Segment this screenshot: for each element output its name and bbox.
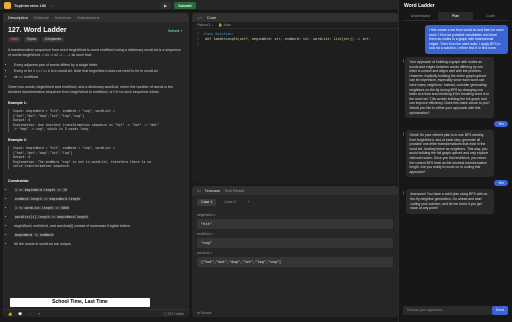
code-editor[interactable]: 1class Solution: 2 def ladderLength(self…: [192, 29, 398, 50]
field-label: endWord =: [197, 232, 393, 236]
tab-test-result[interactable]: Test Result: [224, 188, 244, 193]
top-bar: TopInterview 150 ‹ › ▶ Submit Premium: [0, 0, 398, 11]
code-line: 2 def ladderLength(self, beginWord: str,…: [197, 37, 393, 42]
prev-next-nav[interactable]: ‹ ›: [50, 3, 54, 8]
companies-tag[interactable]: Companies: [42, 37, 64, 42]
case-2-tab[interactable]: Case 2: [220, 199, 239, 206]
list-item: Every si for 1 <= i <= k is in wordList.…: [14, 69, 184, 74]
example-line: -> "dog" -> cog", which is 5 words long.: [13, 127, 184, 132]
assistant-avatar-icon: [403, 191, 404, 195]
wordlist-input[interactable]: ["hot","dot","dog","lot","log","cog"]: [197, 257, 393, 267]
star-icon[interactable]: ☆: [28, 312, 31, 316]
add-case-button[interactable]: +: [244, 199, 254, 206]
example-2: Input: beginWord = "hit", endWord = "cog…: [8, 146, 184, 169]
constraint-item: All the words in wordList are unique.: [14, 242, 184, 247]
code-line: 3: [197, 42, 393, 47]
assistant-message: Your approach of building a graph with n…: [405, 57, 494, 118]
user-message: I first create a set from wordList and t…: [425, 25, 508, 54]
constraint-item: 1 <= beginWord.length <= 10: [14, 188, 184, 193]
tab-solutions[interactable]: Solutions: [54, 15, 70, 20]
example-1-title: Example 1:: [8, 101, 184, 106]
source-link[interactable]: ⊕ Source: [192, 309, 398, 317]
tab-editorial[interactable]: Editorial: [34, 15, 48, 20]
tab-understand[interactable]: Understand: [403, 12, 438, 20]
user-message: Yes: [494, 121, 508, 127]
field-label: wordList =: [197, 251, 393, 255]
testcase-panel: ☑ Testcase Test Result Case 1 Case 2 + b…: [192, 186, 398, 317]
code-panel-title: Code: [207, 15, 217, 20]
tab-plan[interactable]: Plan: [438, 12, 473, 20]
online-count: ▢ 237 Online: [163, 312, 184, 316]
description-footer: 👍 💬 ☆ ↗ ▢ 237 Online: [3, 309, 189, 317]
example-2-title: Example 2:: [8, 138, 184, 143]
send-button[interactable]: Send: [492, 306, 508, 315]
list-item: sk == endWord: [14, 75, 184, 80]
constraint-item: wordList[i].length == beginWord.length: [14, 215, 184, 220]
share-icon[interactable]: ↗: [38, 312, 41, 316]
difficulty-tag: Hard: [8, 37, 21, 42]
user-message: Yes: [494, 180, 508, 186]
constraints-title: Constraints:: [8, 179, 184, 184]
checkbox-icon: ☑: [197, 188, 201, 193]
code-panel: </> Code Python3 ⌄ 🔒 Auto 1class Solutio…: [192, 13, 398, 183]
like-icon[interactable]: 👍: [8, 312, 12, 316]
topics-tag[interactable]: Topics: [24, 37, 39, 42]
assistant-title: Word Ladder: [399, 0, 512, 12]
tab-code[interactable]: Code: [473, 12, 508, 20]
list-item: Every adjacent pair of words differs by …: [14, 63, 184, 68]
problem-title: 127. Word Ladder: [8, 28, 184, 33]
promo-banner[interactable]: School Time, Last Time: [10, 298, 150, 307]
beginword-input[interactable]: "hit": [197, 219, 393, 229]
language-select[interactable]: Python3 ⌄: [197, 23, 214, 27]
description-panel: Description Editorial Solutions Submissi…: [3, 13, 189, 317]
assistant-message: Awesome! You have a solid plan using BFS…: [406, 189, 494, 213]
editor-area: </> Code Python3 ⌄ 🔒 Auto 1class Solutio…: [192, 13, 398, 317]
endword-input[interactable]: "cog": [197, 238, 393, 248]
case-1-tab[interactable]: Case 1: [197, 199, 216, 206]
constraint-item: beginWord != endWord: [14, 233, 184, 238]
example-1: Input: beginWord = "hit", endWord = "cog…: [8, 109, 184, 132]
chat-input[interactable]: Discuss your approach...: [403, 306, 493, 315]
problem-list-link[interactable]: TopInterview 150: [14, 3, 46, 8]
comment-icon[interactable]: 💬: [18, 312, 22, 316]
constraint-item: 1 <= wordList.length <= 5000: [14, 206, 184, 211]
logo-icon[interactable]: [4, 2, 11, 9]
example-line: valid transformation sequence.: [13, 164, 184, 169]
auto-mode[interactable]: 🔒 Auto: [218, 23, 231, 27]
problem-intro: A transformation sequence from word begi…: [8, 48, 184, 58]
solved-badge: Solved ✓: [168, 29, 183, 33]
constraint-item: beginWord, endWord, and wordList[i] cons…: [14, 224, 184, 229]
run-button[interactable]: ▶: [160, 2, 171, 9]
tab-submissions[interactable]: Submissions: [77, 15, 100, 20]
problem-task: Given two words, beginWord and endWord, …: [8, 85, 184, 95]
assistant-avatar-icon: [403, 132, 404, 136]
assistant-message: Great! So your refined plan is to use BF…: [406, 130, 494, 177]
tab-testcase[interactable]: Testcase: [205, 188, 221, 193]
assistant-panel: Word Ladder Understand Plan Code I first…: [398, 0, 512, 320]
code-icon: </>: [197, 15, 203, 20]
description-tabs: Description Editorial Solutions Submissi…: [3, 13, 189, 22]
tab-description[interactable]: Description: [8, 15, 28, 20]
chat-thread: I first create a set from wordList and t…: [399, 21, 512, 221]
constraint-item: endWord.length == beginWord.length: [14, 197, 184, 202]
field-label: beginWord =: [197, 213, 393, 217]
submit-button[interactable]: Submit: [174, 2, 196, 9]
